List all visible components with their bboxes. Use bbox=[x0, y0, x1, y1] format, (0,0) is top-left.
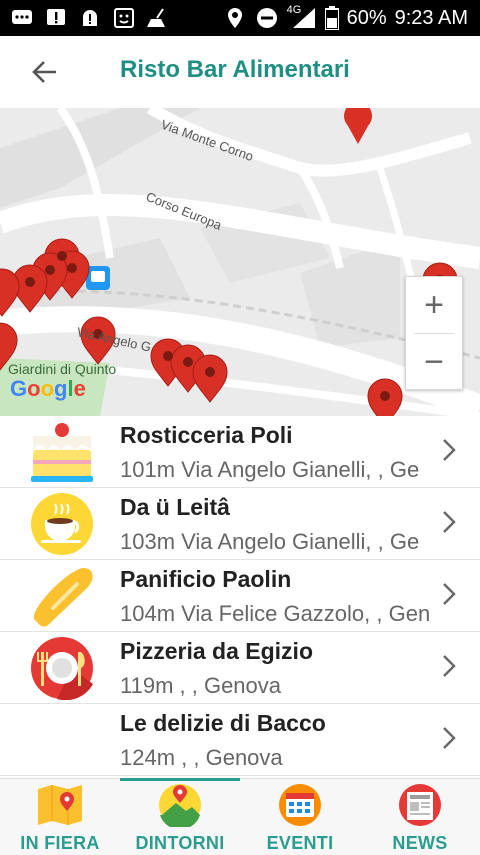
location-icon bbox=[223, 6, 247, 30]
plate-cutlery-icon bbox=[26, 636, 98, 700]
tab-news[interactable]: NEWS bbox=[360, 779, 480, 855]
calendar-icon bbox=[279, 784, 321, 826]
cake-icon bbox=[26, 420, 98, 484]
battery-icon bbox=[324, 6, 339, 30]
place-name: Da ü Leitâ bbox=[120, 494, 230, 520]
bread-icon bbox=[26, 564, 98, 628]
chevron-right-icon bbox=[443, 727, 456, 749]
chevron-right-icon bbox=[443, 511, 456, 533]
zoom-in-button[interactable]: + bbox=[406, 277, 462, 333]
signal-icon: 4G bbox=[286, 4, 317, 30]
status-bar: 4G 60% 9:23 AM bbox=[0, 0, 480, 36]
tab-dintorni[interactable]: DINTORNI bbox=[120, 779, 240, 855]
list-item[interactable]: Panificio Paolin 104m Via Felice Gazzolo… bbox=[0, 560, 480, 632]
tab-in-fiera[interactable]: IN FIERA bbox=[0, 779, 120, 855]
tab-eventi[interactable]: EVENTI bbox=[240, 779, 360, 855]
place-address: 103m Via Angelo Gianelli, , Ge bbox=[120, 529, 420, 554]
place-name: Le delizie di Bacco bbox=[120, 710, 326, 736]
chat-notification-icon bbox=[10, 6, 34, 30]
do-not-disturb-icon bbox=[255, 6, 279, 30]
alert-notification-icon bbox=[44, 6, 68, 30]
tab-label: IN FIERA bbox=[20, 833, 100, 853]
map-view[interactable]: Via Monte Corno Corso Europa Via Angelo … bbox=[0, 108, 480, 416]
page-title: Risto Bar Alimentari bbox=[120, 56, 350, 83]
place-address: 119m , , Genova bbox=[120, 673, 282, 698]
place-name: Panificio Paolin bbox=[120, 566, 292, 592]
tab-label: NEWS bbox=[392, 833, 448, 853]
android-alert-icon bbox=[78, 6, 102, 30]
coffee-cup-icon bbox=[26, 492, 98, 556]
zoom-out-button[interactable]: − bbox=[406, 334, 462, 390]
bottom-navigation: IN FIERA DINTORNI EVENTI NEWS bbox=[0, 778, 480, 855]
list-item[interactable]: Pizzeria da Egizio 119m , , Genova bbox=[0, 632, 480, 704]
google-logo: Google bbox=[10, 376, 86, 401]
location-person-icon bbox=[159, 784, 201, 827]
network-type: 4G bbox=[286, 4, 302, 16]
newspaper-icon bbox=[399, 784, 441, 826]
app-bar: Risto Bar Alimentari bbox=[0, 36, 480, 108]
zoom-controls: + − bbox=[405, 276, 463, 390]
place-address: 104m Via Felice Gazzolo, , Gen bbox=[120, 601, 431, 626]
clock: 9:23 AM bbox=[394, 6, 468, 29]
list-item[interactable]: Rosticceria Poli 101m Via Angelo Gianell… bbox=[0, 416, 480, 488]
face-notification-icon bbox=[112, 6, 136, 30]
chevron-right-icon bbox=[443, 583, 456, 605]
place-name: Pizzeria da Egizio bbox=[120, 638, 313, 664]
chevron-right-icon bbox=[443, 655, 456, 677]
place-address: 101m Via Angelo Gianelli, , Ge bbox=[120, 457, 420, 482]
map-pin-icon bbox=[38, 785, 82, 825]
broom-icon bbox=[146, 6, 170, 30]
chevron-right-icon bbox=[443, 439, 456, 461]
park-label: Giardini di Quinto bbox=[8, 361, 116, 377]
places-list: Rosticceria Poli 101m Via Angelo Gianell… bbox=[0, 416, 480, 778]
back-button[interactable] bbox=[28, 58, 60, 86]
place-address: 124m , , Genova bbox=[120, 745, 283, 770]
battery-level: 60% bbox=[346, 6, 387, 29]
list-item[interactable]: Le delizie di Bacco 124m , , Genova bbox=[0, 704, 480, 776]
active-tab-indicator bbox=[120, 778, 240, 781]
tab-label: EVENTI bbox=[266, 833, 334, 853]
list-item[interactable]: Da ü Leitâ 103m Via Angelo Gianelli, , G… bbox=[0, 488, 480, 560]
place-name: Rosticceria Poli bbox=[120, 422, 293, 448]
tab-label: DINTORNI bbox=[135, 833, 225, 853]
arrow-back-icon bbox=[32, 61, 56, 83]
